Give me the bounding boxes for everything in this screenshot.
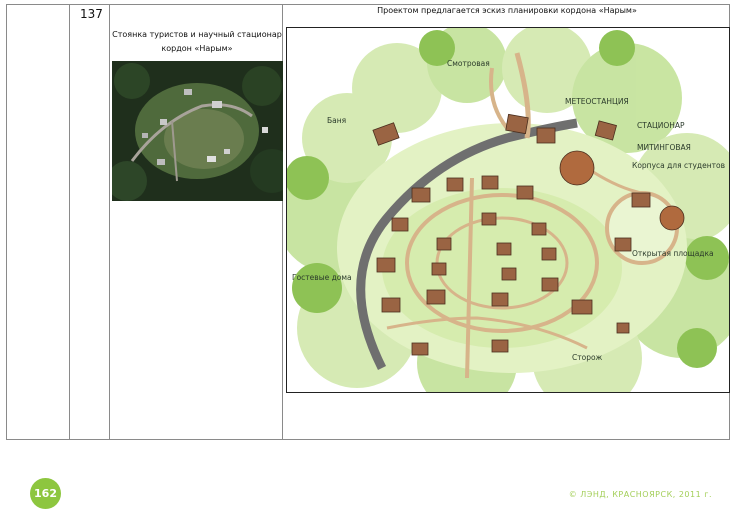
document-table: 137 Стоянка туристов и научный стационар…	[6, 4, 730, 440]
table-divider	[109, 5, 110, 439]
label-statsionar: СТАЦИОНАР	[637, 121, 685, 130]
table-divider	[69, 5, 70, 439]
label-otkrytaya-ploshchadka: Открытая площадка	[632, 249, 714, 258]
label-meteostantsiya: МЕТЕОСТАНЦИЯ	[565, 97, 629, 106]
aerial-photo	[112, 61, 283, 201]
label-storozh: Сторож	[572, 353, 603, 362]
page-number-badge: 162	[30, 478, 61, 509]
row-number: 137	[80, 7, 103, 21]
label-mitingovaya: МИТИНГОВАЯ	[637, 143, 691, 152]
photo-caption: Стоянка туристов и научный стационар кор…	[112, 30, 282, 53]
label-korpusa: Корпуса для студентов	[632, 161, 725, 170]
label-gostinye-doma: Гостевые дома	[292, 273, 352, 282]
footer-copyright: © ЛЭНД, КРАСНОЯРСК, 2011 г.	[568, 490, 712, 499]
label-banya: Баня	[327, 116, 346, 125]
label-smotrovaya: Смотровая	[447, 59, 490, 68]
sketch-title: Проектом предлагается эскиз планировки к…	[377, 6, 637, 15]
site-plan-sketch: Смотровая Баня МЕТЕОСТАНЦИЯ СТАЦИОНАР МИ…	[286, 27, 730, 393]
